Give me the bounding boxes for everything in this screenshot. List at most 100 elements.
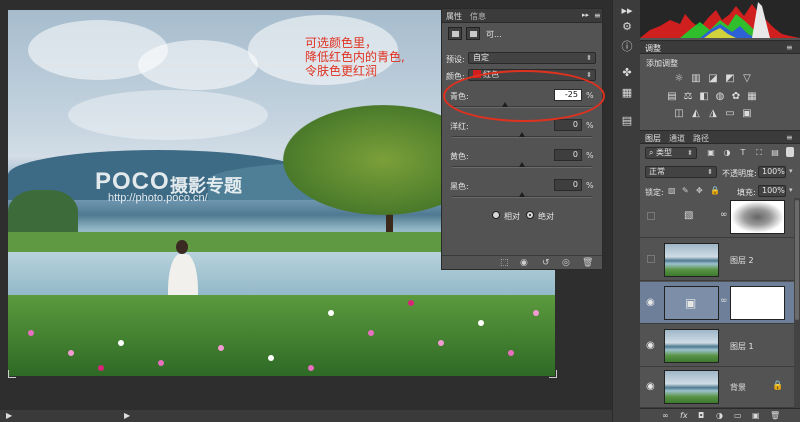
layer-row[interactable]: ◉ 背景 🔒 — [640, 366, 794, 408]
layer-mask-icon[interactable] — [466, 27, 480, 40]
filter-adjustment-icon[interactable]: ◑ — [722, 148, 732, 158]
filter-toggle[interactable] — [786, 147, 794, 157]
color-lookup-icon[interactable]: ▦ — [746, 91, 758, 103]
new-adjustment-icon[interactable]: ◑ — [716, 411, 723, 420]
threshold-icon[interactable]: ◮ — [707, 108, 719, 120]
layer-mask-thumbnail[interactable] — [730, 200, 785, 234]
layer-name[interactable]: 背景 — [730, 382, 746, 393]
layer-row[interactable]: ◉ 图层 1 — [640, 325, 794, 367]
collapse-strip-icon[interactable]: ▸▸ — [620, 4, 634, 18]
layers-scrollbar-thumb[interactable] — [795, 200, 799, 320]
adjustment-thumbnail[interactable]: ▣ — [664, 286, 719, 320]
photo-filter-icon[interactable]: ◍ — [714, 91, 726, 103]
lock-position-icon[interactable]: ✥ — [696, 186, 703, 195]
color-balance-icon[interactable]: ⚖ — [682, 91, 694, 103]
add-adjustment-label: 添加调整 — [646, 59, 678, 68]
filter-smart-icon[interactable]: ▤ — [770, 148, 780, 158]
annotation-ellipse — [443, 70, 605, 122]
tab-channels[interactable]: 通道 — [669, 133, 685, 144]
levels-icon[interactable]: ▥ — [690, 73, 702, 85]
visibility-eye-icon[interactable]: ◉ — [646, 381, 655, 392]
tab-info[interactable]: 信息 — [470, 11, 486, 22]
layer-style-icon[interactable]: fx — [680, 411, 688, 420]
new-layer-icon[interactable]: ▣ — [752, 411, 760, 420]
trash-icon[interactable]: 🗑 — [770, 411, 780, 420]
adjustment-layer-icon[interactable] — [448, 27, 462, 40]
layer-row-selected[interactable]: ◉ ▣ ∞ — [640, 282, 794, 324]
layer-row[interactable]: 图层 2 — [640, 239, 794, 281]
channel-mixer-icon[interactable]: ✿ — [730, 91, 742, 103]
trash-icon[interactable]: 🗑 — [582, 258, 593, 268]
exposure-icon[interactable]: ◩ — [724, 73, 736, 85]
grid-panel-icon[interactable]: ▦ — [620, 86, 634, 100]
clip-to-layer-icon[interactable]: ⬚ — [500, 258, 509, 268]
panel-menu-icon[interactable]: ≡ — [786, 133, 793, 142]
adjustment-layer-icon: ▧ — [684, 210, 694, 221]
layer-row[interactable]: ▧ ∞ — [640, 196, 794, 238]
yellow-slider-thumb[interactable] — [519, 162, 525, 167]
invert-icon[interactable]: ◫ — [673, 108, 685, 120]
layer-thumbnail[interactable] — [664, 370, 719, 404]
visibility-eye-icon[interactable]: ◉ — [646, 297, 655, 308]
lock-paint-icon[interactable]: ✎ — [682, 186, 689, 195]
tab-adjustments[interactable]: 调整 — [645, 43, 661, 54]
visibility-eye-icon[interactable]: ◎ — [562, 258, 570, 268]
link-layers-icon[interactable]: ∞ — [662, 411, 669, 420]
info-panel-icon[interactable]: ⓘ — [620, 40, 634, 54]
selective-color-icon[interactable]: ▣ — [741, 108, 753, 120]
magenta-label: 洋红: — [450, 122, 469, 131]
opacity-arrow-icon[interactable]: ▾ — [789, 167, 793, 175]
actions-panel-icon[interactable]: ▤ — [620, 114, 634, 128]
black-label: 黑色: — [450, 182, 469, 191]
filter-shape-icon[interactable]: ⛶ — [754, 148, 764, 158]
layer-filter-dropdown[interactable]: ⌕ 类型 ⬍ — [645, 147, 697, 159]
posterize-icon[interactable]: ◭ — [690, 108, 702, 120]
layer-name[interactable]: 图层 1 — [730, 341, 754, 352]
magenta-slider-thumb[interactable] — [519, 132, 525, 137]
black-value-field[interactable]: 0 — [554, 179, 582, 191]
black-slider-thumb[interactable] — [519, 192, 525, 197]
layer-thumbnail[interactable] — [664, 329, 719, 363]
view-previous-icon[interactable]: ◉ — [520, 258, 528, 268]
status-menu-arrow-icon[interactable]: ▶ — [6, 411, 12, 420]
opacity-field[interactable]: 100% — [758, 166, 786, 178]
lock-transparent-icon[interactable]: ▨ — [668, 186, 676, 195]
panel-menu-icon[interactable]: ≡ — [594, 11, 601, 20]
layer-name[interactable]: 图层 2 — [730, 255, 754, 266]
blend-mode-dropdown[interactable]: 正常 ⬍ — [645, 166, 717, 178]
flower — [68, 350, 74, 356]
add-mask-icon[interactable]: ◘ — [698, 411, 704, 420]
preset-dropdown[interactable]: 自定 ⬍ — [468, 52, 596, 64]
magenta-value-field[interactable]: 0 — [554, 119, 582, 131]
filter-type-icon[interactable]: T — [738, 148, 748, 158]
brush-panel-icon[interactable]: ✤ — [620, 66, 634, 80]
visibility-eye-icon[interactable]: ◉ — [646, 340, 655, 351]
flower — [268, 355, 274, 361]
curves-icon[interactable]: ◪ — [707, 73, 719, 85]
visibility-toggle[interactable] — [647, 255, 655, 263]
status-menu-arrow-icon[interactable]: ▶ — [124, 411, 130, 420]
lock-all-icon[interactable]: 🔒 — [710, 186, 720, 195]
visibility-toggle[interactable] — [647, 212, 655, 220]
fill-arrow-icon[interactable]: ▾ — [789, 186, 793, 194]
new-group-icon[interactable]: ▭ — [734, 411, 742, 420]
vibrance-icon[interactable]: ▽ — [741, 73, 753, 85]
reset-icon[interactable]: ↺ — [542, 258, 550, 268]
panel-menu-icon[interactable]: ≡ — [786, 43, 793, 52]
brightness-icon[interactable]: ☼ — [673, 73, 685, 85]
tab-layers[interactable]: 图层 — [645, 133, 661, 144]
layer-thumbnail[interactable] — [664, 243, 719, 277]
filter-pixel-icon[interactable]: ▣ — [706, 148, 716, 158]
adjustments-panel-icon[interactable]: ⚙ — [620, 20, 634, 34]
relative-radio[interactable] — [492, 211, 500, 219]
hue-saturation-icon[interactable]: ▤ — [666, 91, 678, 103]
gradient-map-icon[interactable]: ▭ — [724, 108, 736, 120]
tab-paths[interactable]: 路径 — [693, 133, 709, 144]
yellow-value-field[interactable]: 0 — [554, 149, 582, 161]
collapse-panel-icon[interactable]: ▸▸ — [582, 11, 589, 19]
black-white-icon[interactable]: ◧ — [698, 91, 710, 103]
watermark-url: http://photo.poco.cn/ — [108, 192, 208, 204]
absolute-radio[interactable] — [526, 211, 534, 219]
layer-mask-thumbnail[interactable] — [730, 286, 785, 320]
tab-properties[interactable]: 属性 — [446, 11, 462, 22]
